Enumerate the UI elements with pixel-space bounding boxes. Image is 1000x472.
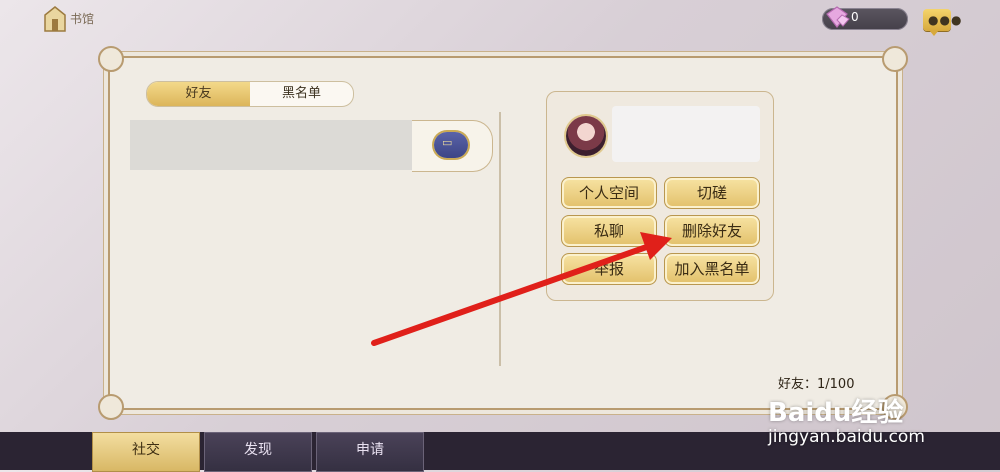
- private-chat-button[interactable]: 私聊: [561, 215, 657, 247]
- delete-friend-button[interactable]: 删除好友: [664, 215, 760, 247]
- home-icon[interactable]: [44, 6, 66, 32]
- add-to-blacklist-button[interactable]: 加入黑名单: [664, 253, 760, 285]
- tab-blacklist[interactable]: 黑名单: [250, 82, 353, 106]
- footer-tab-requests[interactable]: 申请: [316, 432, 424, 472]
- profile-name-redacted: [612, 106, 760, 162]
- chat-dots-icon: ●●●: [928, 13, 963, 27]
- footer-tab-social[interactable]: 社交: [92, 432, 200, 472]
- panel-divider: [499, 112, 501, 366]
- social-panel: [98, 46, 908, 420]
- friend-action-area: ▭: [412, 120, 493, 172]
- corner-ornament: [882, 46, 908, 72]
- corner-ornament: [98, 394, 124, 420]
- baidu-watermark-url: jingyan.baidu.com: [768, 427, 925, 447]
- message-icon: ▭: [442, 136, 453, 149]
- gem-icon: [826, 6, 850, 28]
- friend-list-item[interactable]: ▭: [130, 120, 493, 172]
- corner-ornament: [98, 46, 124, 72]
- chat-menu-button[interactable]: ●●●: [923, 9, 961, 36]
- friend-tabs: 好友 黑名单: [146, 81, 354, 107]
- friend-name-redacted: [130, 120, 412, 170]
- report-button[interactable]: 举报: [561, 253, 657, 285]
- message-button[interactable]: ▭: [434, 132, 468, 158]
- avatar[interactable]: [566, 116, 606, 156]
- friend-count: 好友：1/100: [778, 377, 855, 392]
- tab-friends[interactable]: 好友: [147, 82, 250, 106]
- footer-tab-discover[interactable]: 发现: [204, 432, 312, 472]
- duel-button[interactable]: 切磋: [664, 177, 760, 209]
- baidu-watermark: Baidu经验: [768, 398, 904, 428]
- personal-space-button[interactable]: 个人空间: [561, 177, 657, 209]
- home-label[interactable]: 书馆: [70, 10, 94, 27]
- gem-count: 0: [851, 10, 859, 24]
